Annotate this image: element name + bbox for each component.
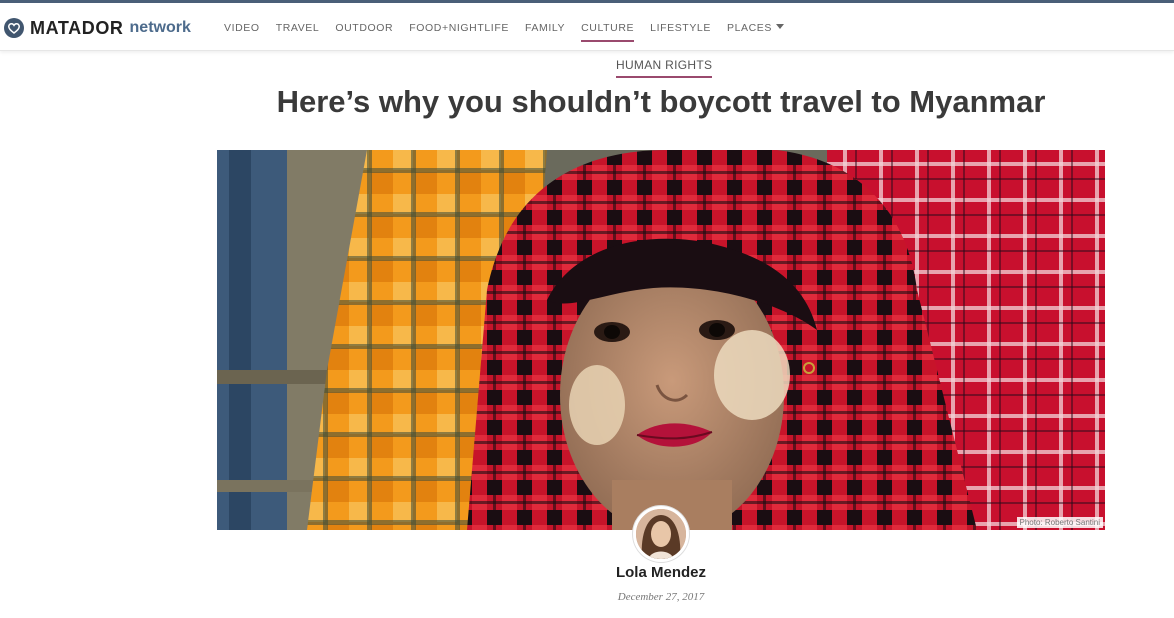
- photo-credit: Photo: Roberto Santini: [1016, 517, 1103, 528]
- main-navigation: VIDEO TRAVEL OUTDOOR FOOD+NIGHTLIFE FAMI…: [224, 22, 800, 42]
- nav-item-lifestyle[interactable]: LIFESTYLE: [650, 22, 711, 34]
- author-avatar[interactable]: [633, 506, 689, 562]
- hero-photo-illustration: [217, 150, 1105, 530]
- site-logo[interactable]: MATADOR network: [4, 17, 191, 39]
- caret-down-icon: [776, 24, 785, 29]
- nav-item-video[interactable]: VIDEO: [224, 22, 260, 34]
- nav-item-food-nightlife[interactable]: FOOD+NIGHTLIFE: [409, 22, 509, 34]
- logo-wordmark-network: network: [129, 19, 191, 36]
- logo-wordmark: MATADOR: [30, 17, 124, 38]
- site-header: MATADOR network VIDEO TRAVEL OUTDOOR FOO…: [0, 3, 1174, 51]
- author-name[interactable]: Lola Mendez: [560, 564, 762, 581]
- nav-item-places[interactable]: PLACES: [726, 22, 785, 34]
- nav-item-culture[interactable]: CULTURE: [581, 22, 635, 42]
- nav-item-places-label: PLACES: [726, 22, 773, 34]
- nav-item-family[interactable]: FAMILY: [525, 22, 565, 34]
- hero-image: Photo: Roberto Santini: [217, 150, 1105, 530]
- matador-heart-logo-icon: [4, 18, 24, 38]
- category-tag[interactable]: HUMAN RIGHTS: [616, 58, 713, 78]
- nav-item-travel[interactable]: TRAVEL: [276, 22, 320, 34]
- nav-item-outdoor[interactable]: OUTDOOR: [335, 22, 393, 34]
- article-title: Here’s why you shouldn’t boycott travel …: [276, 84, 1046, 119]
- publish-date: December 27, 2017: [617, 591, 705, 603]
